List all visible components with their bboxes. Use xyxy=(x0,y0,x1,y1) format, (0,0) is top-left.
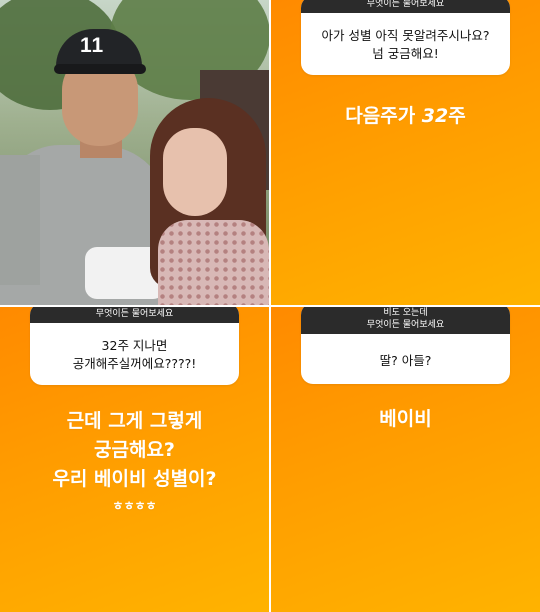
story-collage: 11 무엇이든 물어보세요 아가 성별 아직 못알려주시나요? 넘 궁금해요! … xyxy=(0,0,540,612)
couple-photo: 11 xyxy=(0,0,269,305)
woman-top-pattern xyxy=(158,220,269,305)
question-text: 딸? 아들? xyxy=(379,353,432,368)
story-panel-4: 비도 오는데 무엇이든 물어보세요 딸? 아들? 베이비 xyxy=(271,307,540,612)
question-text: 아가 성별 아직 못알려주시나요? 넘 궁금해요! xyxy=(321,28,490,61)
question-card: 비도 오는데 무엇이든 물어보세요 딸? 아들? xyxy=(301,307,510,384)
reply-text: 베이비 xyxy=(379,408,432,430)
question-card-header: 무엇이든 물어보세요 xyxy=(301,0,510,13)
question-card: 무엇이든 물어보세요 32주 지나면 공개해주실꺼에요????! xyxy=(30,307,239,385)
question-card-header: 비도 오는데 무엇이든 물어보세요 xyxy=(301,307,510,334)
story-panel-2: 무엇이든 물어보세요 아가 성별 아직 못알려주시나요? 넘 궁금해요! 다음주… xyxy=(271,0,540,305)
question-text: 32주 지나면 공개해주실꺼에요????! xyxy=(72,338,197,371)
cap-brim xyxy=(54,64,146,74)
reply-text: 다음주가 32주 xyxy=(345,105,466,127)
woman-face xyxy=(163,128,227,216)
story-panel-3: 무엇이든 물어보세요 32주 지나면 공개해주실꺼에요????! 근데 그게 그… xyxy=(0,307,269,612)
man-arm xyxy=(0,155,40,285)
cap-logo-text: 11 xyxy=(80,34,105,57)
question-card-header: 무엇이든 물어보세요 xyxy=(30,307,239,323)
question-card: 무엇이든 물어보세요 아가 성별 아직 못알려주시나요? 넘 궁금해요! xyxy=(301,0,510,75)
horizontal-divider xyxy=(0,305,540,307)
reply-text: 근데 그게 그렇게 궁금해요? 우리 베이비 성별이? ㅎㅎㅎㅎ xyxy=(52,410,217,513)
